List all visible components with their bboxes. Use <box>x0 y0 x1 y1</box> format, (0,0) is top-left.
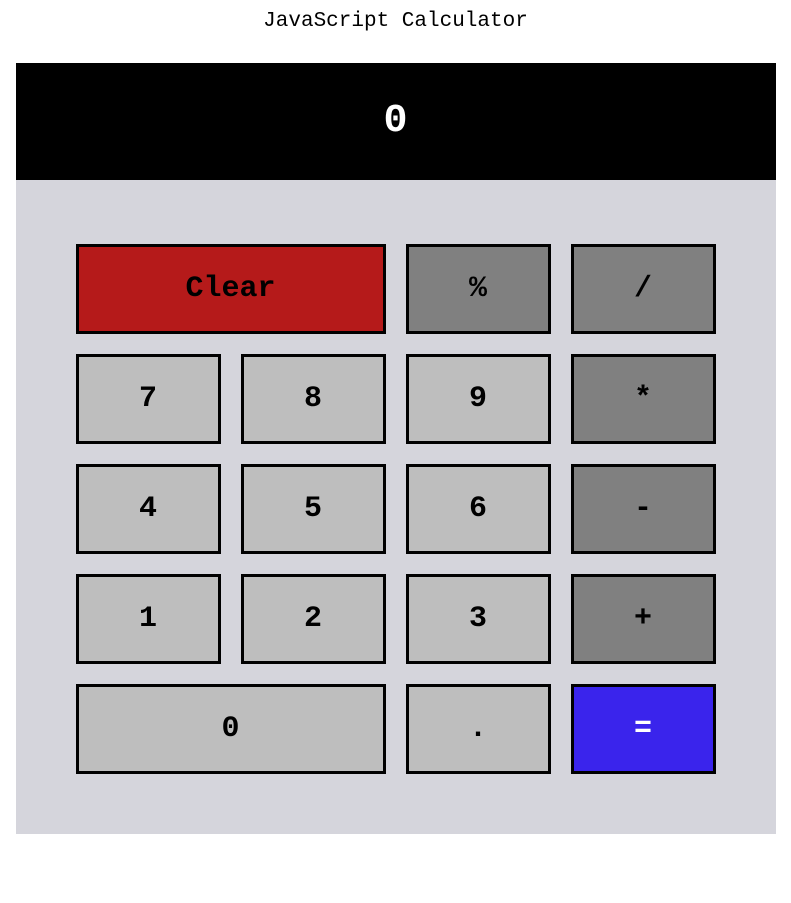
equals-button[interactable]: = <box>571 684 716 774</box>
button-grid: Clear % / 7 8 9 * 4 5 6 - 1 2 3 + 0 . = <box>16 184 776 834</box>
calculator: 0 Clear % / 7 8 9 * 4 5 6 - 1 2 3 + 0 . <box>16 63 776 834</box>
digit-4-button[interactable]: 4 <box>76 464 221 554</box>
calculator-display: 0 <box>16 63 776 184</box>
add-button[interactable]: + <box>571 574 716 664</box>
page-title: JavaScript Calculator <box>0 0 791 63</box>
clear-button[interactable]: Clear <box>76 244 386 334</box>
row-5: 0 . = <box>76 684 716 774</box>
digit-1-button[interactable]: 1 <box>76 574 221 664</box>
digit-8-button[interactable]: 8 <box>241 354 386 444</box>
digit-9-button[interactable]: 9 <box>406 354 551 444</box>
row-2: 7 8 9 * <box>76 354 716 444</box>
digit-2-button[interactable]: 2 <box>241 574 386 664</box>
decimal-button[interactable]: . <box>406 684 551 774</box>
digit-7-button[interactable]: 7 <box>76 354 221 444</box>
row-3: 4 5 6 - <box>76 464 716 554</box>
row-1: Clear % / <box>76 244 716 334</box>
digit-3-button[interactable]: 3 <box>406 574 551 664</box>
digit-0-button[interactable]: 0 <box>76 684 386 774</box>
row-4: 1 2 3 + <box>76 574 716 664</box>
digit-5-button[interactable]: 5 <box>241 464 386 554</box>
digit-6-button[interactable]: 6 <box>406 464 551 554</box>
subtract-button[interactable]: - <box>571 464 716 554</box>
percent-button[interactable]: % <box>406 244 551 334</box>
multiply-button[interactable]: * <box>571 354 716 444</box>
divide-button[interactable]: / <box>571 244 716 334</box>
